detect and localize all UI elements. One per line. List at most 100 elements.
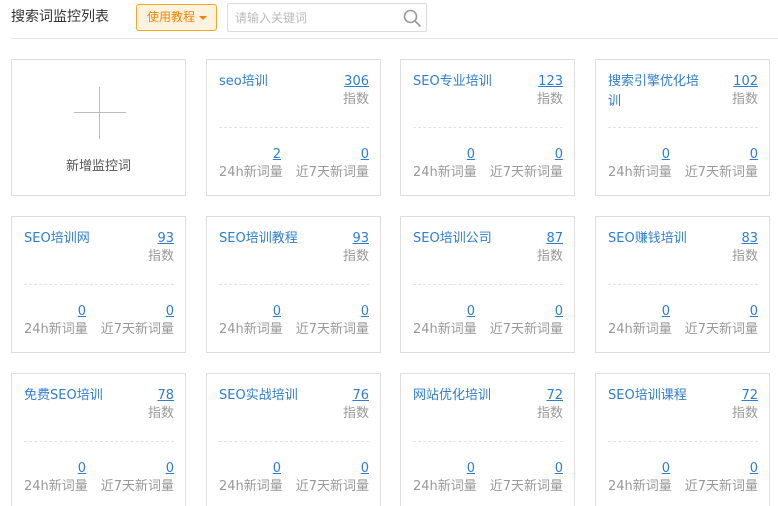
search-box <box>227 3 427 32</box>
new-24h-value-link[interactable]: 0 <box>273 302 281 322</box>
index-value-link[interactable]: 87 <box>546 229 563 249</box>
index-value-link[interactable]: 93 <box>157 229 174 249</box>
keyword-card: SEO实战培训 76 指数 0 0 24h新词量 近7天新词量 <box>206 373 381 506</box>
index-value-link[interactable]: 76 <box>352 386 369 406</box>
new-7d-value-link[interactable]: 0 <box>361 145 369 165</box>
new-24h-label: 24h新词量 <box>219 479 283 494</box>
new-24h-value-link[interactable]: 2 <box>273 145 281 165</box>
new-7d-label: 近7天新词量 <box>489 165 563 180</box>
keyword-link[interactable]: 搜索引擎优化培训 <box>608 72 708 112</box>
new-24h-label: 24h新词量 <box>608 165 672 180</box>
index-value-link[interactable]: 123 <box>538 72 563 92</box>
card-divider <box>608 127 758 128</box>
new-24h-label: 24h新词量 <box>413 165 477 180</box>
index-value-link[interactable]: 72 <box>741 386 758 406</box>
keyword-card: 搜索引擎优化培训 102 指数 0 0 24h新词量 近7天新词量 <box>595 59 770 196</box>
keyword-link[interactable]: SEO实战培训 <box>219 386 319 406</box>
new-7d-value-link[interactable]: 0 <box>361 459 369 479</box>
index-value-link[interactable]: 72 <box>546 386 563 406</box>
card-divider <box>413 127 563 128</box>
new-24h-value-link[interactable]: 0 <box>662 302 670 322</box>
index-value-link[interactable]: 306 <box>344 72 369 92</box>
new-7d-label: 近7天新词量 <box>295 165 369 180</box>
new-7d-label: 近7天新词量 <box>684 165 758 180</box>
keyword-link[interactable]: SEO培训公司 <box>413 229 513 249</box>
add-keyword-card[interactable]: 新增监控词 <box>11 59 186 196</box>
keyword-link[interactable]: SEO培训教程 <box>219 229 319 249</box>
index-value-link[interactable]: 78 <box>157 386 174 406</box>
new-7d-label: 近7天新词量 <box>684 479 758 494</box>
index-label: 指数 <box>731 92 758 107</box>
new-7d-value-link[interactable]: 0 <box>555 302 563 322</box>
new-7d-value-link[interactable]: 0 <box>555 459 563 479</box>
new-7d-label: 近7天新词量 <box>295 322 369 337</box>
keyword-link[interactable]: SEO专业培训 <box>413 72 513 92</box>
add-keyword-label: 新增监控词 <box>65 159 131 174</box>
keyword-card: SEO专业培训 123 指数 0 0 24h新词量 近7天新词量 <box>400 59 575 196</box>
new-7d-label: 近7天新词量 <box>100 322 174 337</box>
keyword-link[interactable]: 网站优化培训 <box>413 386 513 406</box>
index-label: 指数 <box>536 406 563 421</box>
card-divider <box>608 441 758 442</box>
tutorial-button-label: 使用教程 <box>147 10 196 24</box>
header-divider <box>11 38 778 39</box>
keyword-link[interactable]: 免费SEO培训 <box>24 386 124 406</box>
new-24h-value-link[interactable]: 0 <box>662 145 670 165</box>
index-label: 指数 <box>342 406 369 421</box>
new-7d-label: 近7天新词量 <box>684 322 758 337</box>
index-label: 指数 <box>536 92 563 107</box>
new-7d-value-link[interactable]: 0 <box>750 302 758 322</box>
card-divider <box>219 441 369 442</box>
card-divider <box>24 441 174 442</box>
index-label: 指数 <box>731 249 758 264</box>
new-24h-value-link[interactable]: 0 <box>467 145 475 165</box>
new-7d-value-link[interactable]: 0 <box>555 145 563 165</box>
new-24h-label: 24h新词量 <box>24 479 88 494</box>
keyword-card: SEO培训课程 72 指数 0 0 24h新词量 近7天新词量 <box>595 373 770 506</box>
index-label: 指数 <box>536 249 563 264</box>
keyword-link[interactable]: SEO赚钱培训 <box>608 229 708 249</box>
index-value-link[interactable]: 83 <box>741 229 758 249</box>
new-7d-value-link[interactable]: 0 <box>166 459 174 479</box>
new-7d-label: 近7天新词量 <box>295 479 369 494</box>
new-24h-value-link[interactable]: 0 <box>78 459 86 479</box>
new-24h-value-link[interactable]: 0 <box>662 459 670 479</box>
keyword-link[interactable]: SEO培训课程 <box>608 386 708 406</box>
new-24h-label: 24h新词量 <box>219 165 283 180</box>
tutorial-button[interactable]: 使用教程 <box>136 4 217 31</box>
new-7d-value-link[interactable]: 0 <box>750 459 758 479</box>
new-24h-label: 24h新词量 <box>608 479 672 494</box>
new-24h-value-link[interactable]: 0 <box>78 302 86 322</box>
keyword-card: SEO培训网 93 指数 0 0 24h新词量 近7天新词量 <box>11 216 186 353</box>
index-label: 指数 <box>147 406 174 421</box>
new-24h-label: 24h新词量 <box>413 479 477 494</box>
caret-down-icon <box>199 16 207 20</box>
index-label: 指数 <box>342 92 369 107</box>
search-icon[interactable] <box>402 8 422 28</box>
new-24h-label: 24h新词量 <box>413 322 477 337</box>
keyword-card: seo培训 306 指数 2 0 24h新词量 近7天新词量 <box>206 59 381 196</box>
keyword-link[interactable]: SEO培训网 <box>24 229 124 249</box>
card-divider <box>413 284 563 285</box>
new-7d-value-link[interactable]: 0 <box>750 145 758 165</box>
card-divider <box>608 284 758 285</box>
index-label: 指数 <box>147 249 174 264</box>
new-7d-label: 近7天新词量 <box>100 479 174 494</box>
new-24h-label: 24h新词量 <box>24 322 88 337</box>
new-24h-value-link[interactable]: 0 <box>467 302 475 322</box>
card-divider <box>219 127 369 128</box>
card-divider <box>219 284 369 285</box>
plus-icon <box>74 87 126 139</box>
keyword-link[interactable]: seo培训 <box>219 72 319 92</box>
new-24h-label: 24h新词量 <box>608 322 672 337</box>
search-input[interactable] <box>228 4 398 31</box>
index-value-link[interactable]: 102 <box>733 72 758 92</box>
new-7d-value-link[interactable]: 0 <box>361 302 369 322</box>
keyword-card: SEO培训教程 93 指数 0 0 24h新词量 近7天新词量 <box>206 216 381 353</box>
keyword-card: 网站优化培训 72 指数 0 0 24h新词量 近7天新词量 <box>400 373 575 506</box>
new-24h-value-link[interactable]: 0 <box>467 459 475 479</box>
index-label: 指数 <box>731 406 758 421</box>
index-value-link[interactable]: 93 <box>352 229 369 249</box>
new-24h-value-link[interactable]: 0 <box>273 459 281 479</box>
new-7d-value-link[interactable]: 0 <box>166 302 174 322</box>
